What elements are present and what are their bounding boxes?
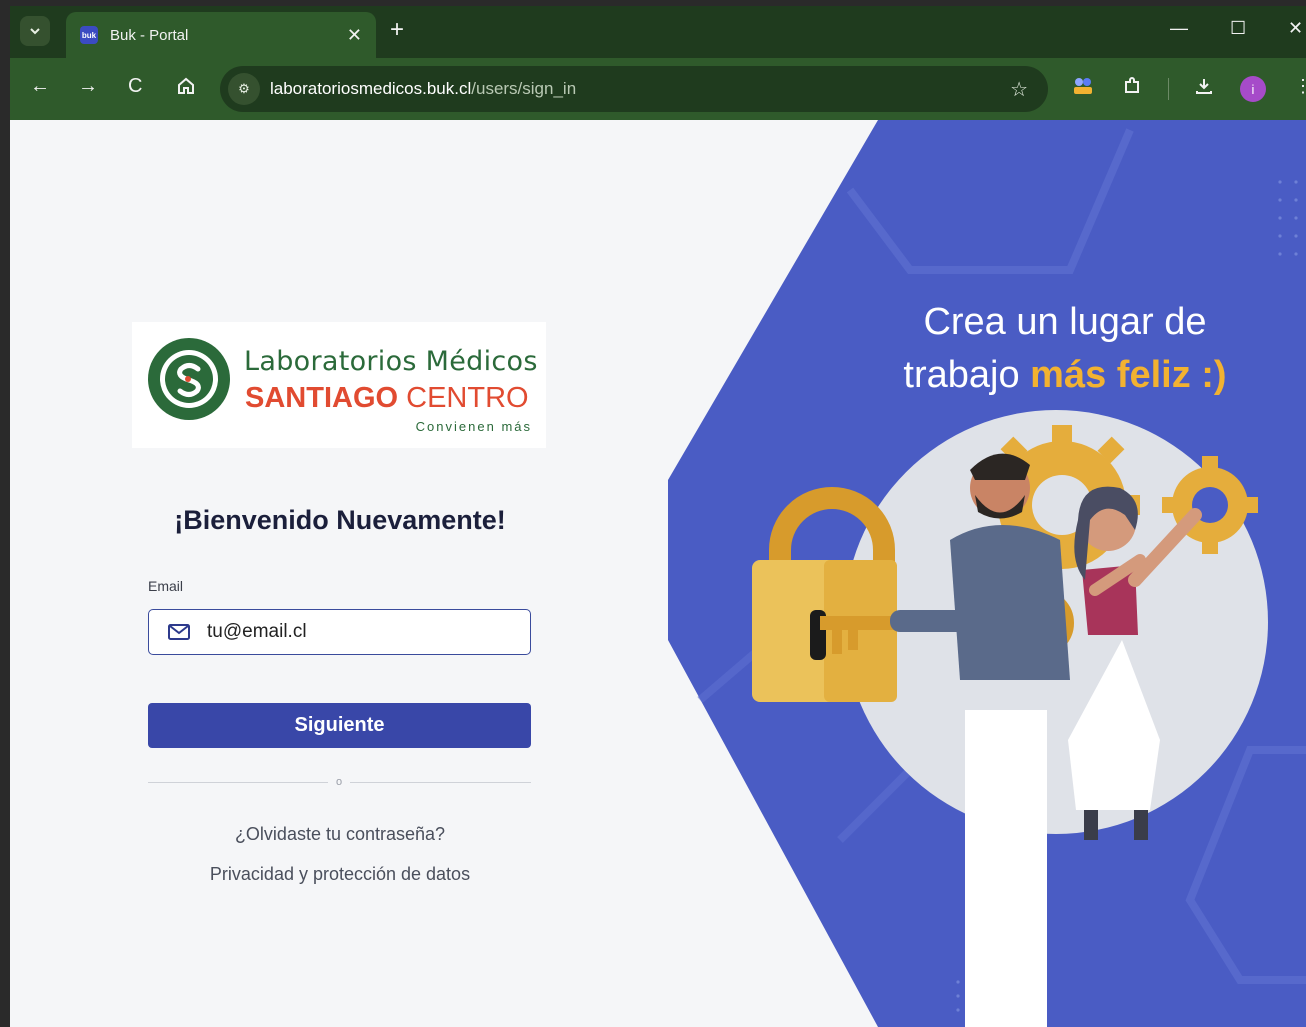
email-field[interactable]	[148, 609, 531, 655]
login-panel: Laboratorios Médicos SANTIAGO CENTRO Con…	[10, 120, 670, 1027]
profile-avatar[interactable]: i	[1240, 76, 1266, 102]
tab-close-icon[interactable]: ✕	[347, 25, 362, 46]
logo-tagline: Convienen más	[415, 419, 532, 434]
logo-emblem-icon	[148, 338, 230, 420]
bookmark-star-icon[interactable]: ☆	[1010, 77, 1028, 102]
buk-favicon-icon: buk	[80, 26, 98, 44]
maximize-icon[interactable]: ☐	[1230, 18, 1246, 39]
company-logo: Laboratorios Médicos SANTIAGO CENTRO Con…	[132, 322, 546, 448]
extension-people-icon[interactable]	[1072, 76, 1094, 101]
back-arrow-icon[interactable]: ←	[30, 76, 50, 96]
page-content: Crea un lugar de trabajo más feliz :) La…	[10, 120, 1306, 1027]
next-button[interactable]: Siguiente	[148, 703, 531, 748]
browser-tabstrip: buk Buk - Portal ✕ + — ☐ ✕	[10, 6, 1306, 58]
url-domain: laboratoriosmedicos.buk.cl	[270, 79, 472, 98]
new-tab-button[interactable]: +	[390, 18, 404, 42]
logo-line2: SANTIAGO CENTRO	[245, 382, 529, 415]
logo-line2-bold: SANTIAGO	[245, 382, 399, 414]
close-window-icon[interactable]: ✕	[1288, 18, 1303, 39]
url-text[interactable]: laboratoriosmedicos.buk.cl/users/sign_in	[270, 79, 576, 99]
tab-title: Buk - Portal	[110, 26, 189, 44]
extensions-puzzle-icon[interactable]	[1122, 76, 1142, 101]
forgot-password-link[interactable]: ¿Olvidaste tu contraseña?	[10, 824, 670, 845]
logo-line1: Laboratorios Médicos	[244, 346, 538, 377]
logo-line2-rest: CENTRO	[398, 382, 529, 414]
browser-toolbar: ← → C ⚙ laboratoriosmedicos.buk.cl/users…	[10, 58, 1306, 120]
browser-tab-active[interactable]: buk Buk - Portal ✕	[66, 12, 376, 58]
tab-search-button[interactable]	[20, 16, 50, 46]
divider-text: o	[328, 776, 350, 788]
promo-line2-plain: trabajo	[903, 354, 1031, 396]
privacy-link[interactable]: Privacidad y protección de datos	[10, 864, 670, 885]
page-title: ¡Bienvenido Nuevamente!	[174, 505, 506, 535]
email-input[interactable]	[207, 621, 507, 643]
menu-kebab-icon[interactable]: ⋮	[1294, 76, 1306, 97]
chevron-down-icon	[30, 28, 40, 35]
mail-icon	[168, 624, 190, 640]
promo-headline: Crea un lugar de trabajo más feliz :)	[870, 296, 1260, 402]
forward-arrow-icon[interactable]: →	[78, 76, 98, 96]
site-info-icon[interactable]: ⚙	[228, 73, 260, 105]
minimize-icon[interactable]: —	[1170, 18, 1188, 39]
email-label: Email	[148, 578, 184, 594]
url-path: /users/sign_in	[471, 79, 577, 98]
promo-line2-accent: más feliz :)	[1030, 354, 1227, 396]
toolbar-divider	[1168, 78, 1169, 100]
promo-line2: trabajo más feliz :)	[870, 349, 1260, 402]
reload-icon[interactable]: C	[128, 76, 142, 96]
home-icon[interactable]	[176, 76, 196, 100]
download-icon[interactable]	[1194, 76, 1214, 101]
address-bar[interactable]: ⚙ laboratoriosmedicos.buk.cl/users/sign_…	[220, 66, 1048, 112]
promo-line1: Crea un lugar de	[923, 301, 1207, 343]
